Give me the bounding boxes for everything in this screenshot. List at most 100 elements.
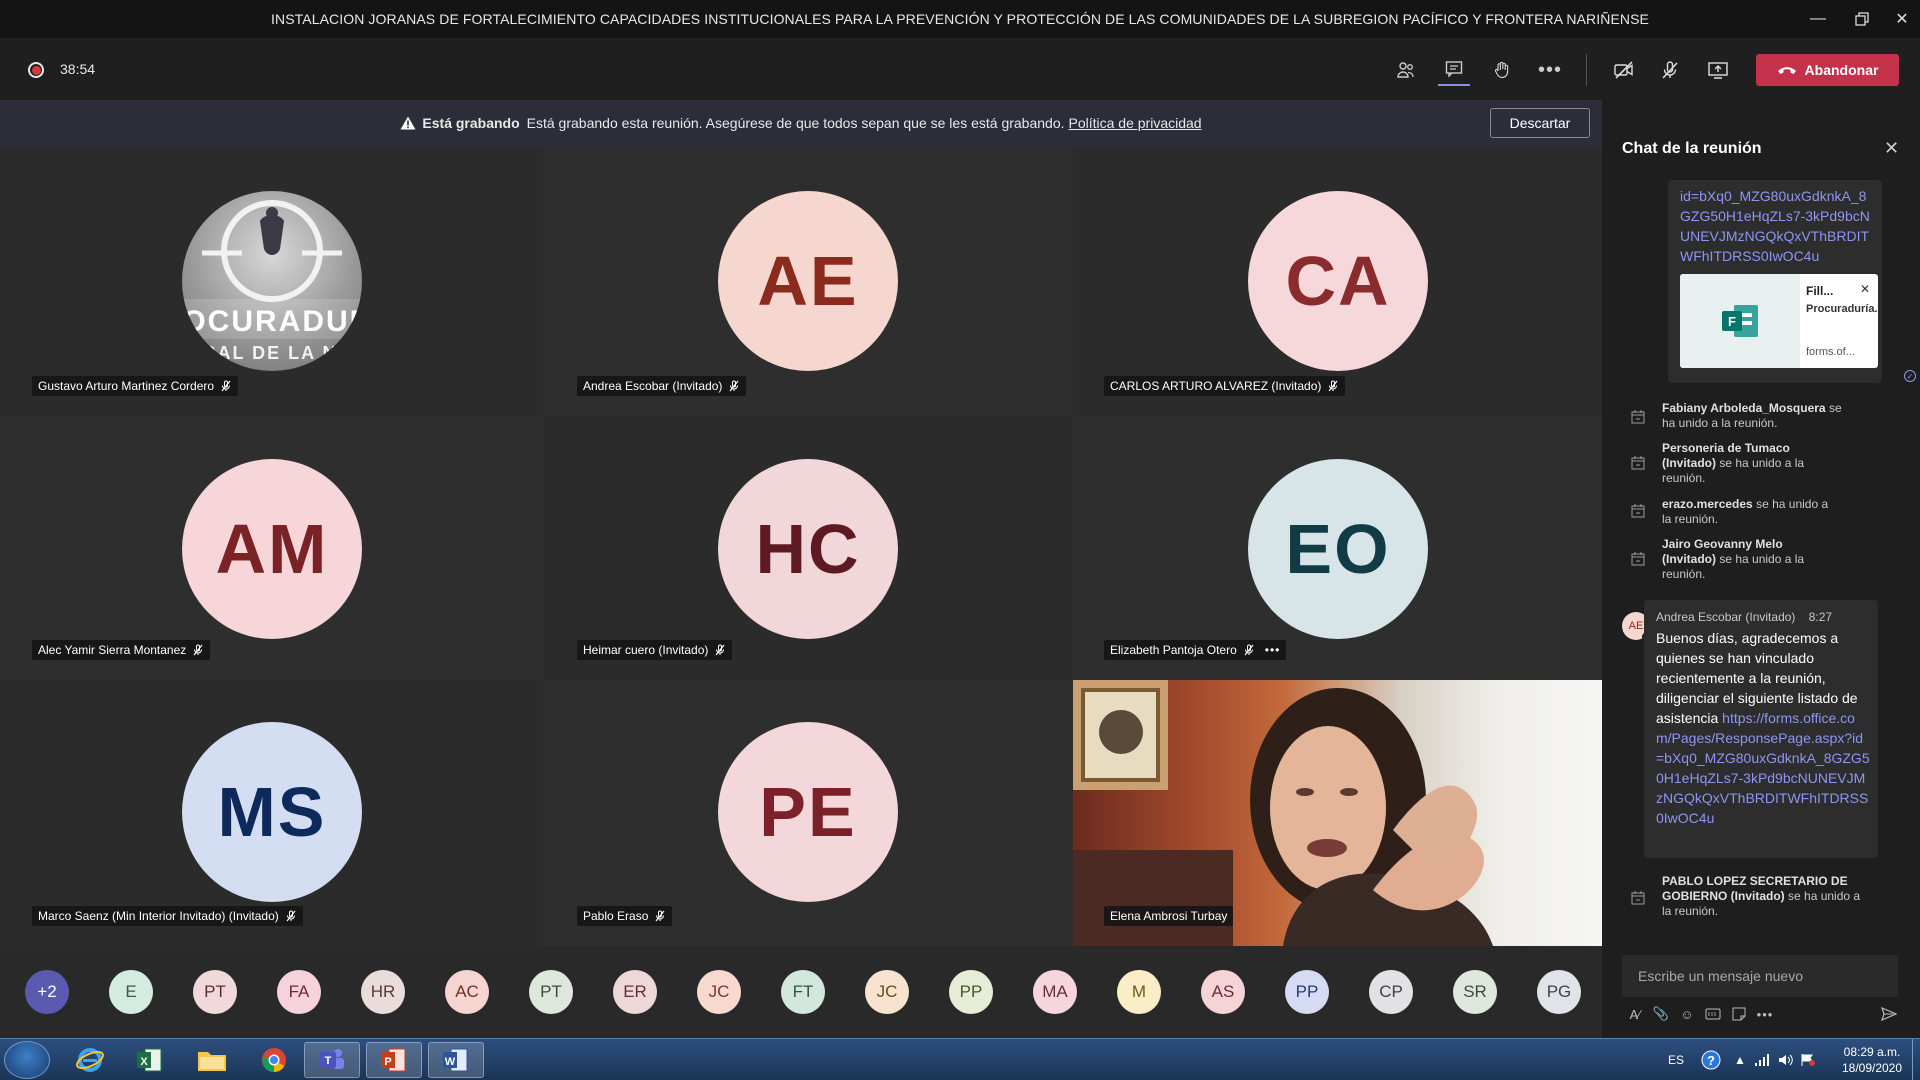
participant-name: Pablo Eraso: [583, 909, 649, 923]
participant-tile[interactable]: PROCURADURIA NERAL DE LA NACI Gustavo Ar…: [0, 146, 543, 416]
roster-avatar[interactable]: JC: [865, 970, 909, 1014]
participants-icon[interactable]: [1390, 54, 1422, 86]
volume-icon[interactable]: [1778, 1039, 1794, 1080]
attach-icon[interactable]: 📎: [1652, 1005, 1670, 1023]
nameplate: Elena Ambrosi Turbay: [1104, 906, 1234, 926]
roster-avatar[interactable]: E: [109, 970, 153, 1014]
participant-name: Alec Yamir Sierra Montanez: [38, 643, 187, 657]
roster-avatar[interactable]: PG: [1537, 970, 1581, 1014]
participant-name: Elizabeth Pantoja Otero: [1110, 643, 1237, 657]
roster-avatar[interactable]: MA: [1033, 970, 1077, 1014]
roster-avatar[interactable]: PT: [529, 970, 573, 1014]
mic-muted-icon: [193, 644, 203, 656]
warning-icon: [400, 116, 416, 130]
compose-message-input[interactable]: Escribe un mensaje nuevo: [1622, 955, 1898, 997]
leave-button[interactable]: Abandonar: [1756, 54, 1899, 86]
participant-avatar: CA: [1248, 191, 1428, 371]
share-screen-icon[interactable]: [1702, 54, 1734, 86]
join-icon: [1631, 552, 1645, 566]
chat-title: Chat de la reunión: [1622, 140, 1762, 157]
more-options-icon[interactable]: •••: [1534, 54, 1566, 86]
emoji-icon[interactable]: ☺: [1678, 1005, 1696, 1023]
clock-time: 08:29 a.m.: [1843, 1045, 1901, 1059]
nameplate: Gustavo Arturo Martinez Cordero: [32, 376, 239, 396]
internet-explorer-icon[interactable]: [62, 1042, 118, 1078]
network-icon[interactable]: [1754, 1039, 1770, 1080]
send-icon[interactable]: [1880, 1005, 1898, 1023]
close-window-icon[interactable]: ✕: [1884, 0, 1920, 38]
roster-avatar[interactable]: PP: [1285, 970, 1329, 1014]
clock[interactable]: 08:29 a.m. 18/09/2020: [1832, 1044, 1912, 1076]
nameplate: Alec Yamir Sierra Montanez: [32, 640, 211, 660]
dismiss-button[interactable]: Descartar: [1490, 108, 1590, 138]
video-tile[interactable]: Elena Ambrosi Turbay: [1073, 680, 1602, 946]
nameplate: CARLOS ARTURO ALVAREZ (Invitado): [1104, 376, 1346, 396]
start-button-icon[interactable]: [4, 1041, 50, 1079]
svg-text:T: T: [325, 1055, 332, 1067]
participant-name: Gustavo Arturo Martinez Cordero: [38, 379, 215, 393]
restore-icon[interactable]: [1840, 0, 1884, 38]
minimize-icon[interactable]: —: [1796, 0, 1840, 38]
roster-avatar[interactable]: AC: [445, 970, 489, 1014]
close-chat-icon[interactable]: ✕: [1884, 138, 1899, 159]
roster-avatar[interactable]: FA: [277, 970, 321, 1014]
card-domain: forms.of...: [1806, 346, 1855, 358]
participant-tile[interactable]: EO Elizabeth Pantoja Otero •••: [1073, 416, 1602, 680]
roster-avatar[interactable]: JC: [697, 970, 741, 1014]
participant-tile[interactable]: AE Andrea Escobar (Invitado): [543, 146, 1073, 416]
join-icon: [1631, 410, 1645, 424]
participant-tile[interactable]: MS Marco Saenz (Min Interior Invitado) (…: [0, 680, 543, 946]
roster-avatar[interactable]: HR: [361, 970, 405, 1014]
show-desktop-button[interactable]: [1912, 1039, 1920, 1080]
roster-avatar[interactable]: PP: [949, 970, 993, 1014]
raise-hand-icon[interactable]: [1486, 54, 1518, 86]
action-center-flag-icon[interactable]: [1800, 1039, 1816, 1080]
forms-link-card[interactable]: F Fill... ✕ Procuraduría... forms.of...: [1680, 274, 1878, 368]
roster-avatar[interactable]: ER: [613, 970, 657, 1014]
show-hidden-icons[interactable]: ▲: [1734, 1039, 1746, 1080]
powerpoint-icon[interactable]: P: [366, 1042, 422, 1078]
file-explorer-icon[interactable]: [184, 1042, 240, 1078]
title-bar: INSTALACION JORANAS DE FORTALECIMIENTO C…: [0, 0, 1920, 38]
message-body: Buenos días, agradecemos a quienes se ha…: [1656, 628, 1870, 828]
system-message: Fabiany Arboleda_Mosquera se ha unido a …: [1662, 401, 1852, 431]
card-close-icon[interactable]: ✕: [1860, 282, 1870, 296]
participant-tile[interactable]: PE Pablo Eraso: [543, 680, 1073, 946]
privacy-policy-link[interactable]: Política de privacidad: [1069, 115, 1202, 131]
mic-muted-icon: [655, 910, 665, 922]
participant-tile[interactable]: CA CARLOS ARTURO ALVAREZ (Invitado): [1073, 146, 1602, 416]
help-icon[interactable]: ?: [1700, 1039, 1722, 1080]
toolbar-divider: [1586, 54, 1587, 86]
gif-icon[interactable]: [1704, 1005, 1722, 1023]
roster-avatar[interactable]: +2: [25, 970, 69, 1014]
card-subtitle: Procuraduría...: [1806, 303, 1878, 315]
participant-name: Heimar cuero (Invitado): [583, 643, 709, 657]
language-indicator[interactable]: ES: [1668, 1039, 1684, 1080]
format-icon[interactable]: A∕: [1626, 1005, 1644, 1023]
mic-off-icon[interactable]: [1654, 54, 1686, 86]
participant-tile[interactable]: AM Alec Yamir Sierra Montanez: [0, 416, 543, 680]
chat-link[interactable]: id=bXq0_MZG80uxGdknkA_8GZG50H1eHqZLs7-3k…: [1680, 186, 1876, 266]
nameplate: Marco Saenz (Min Interior Invitado) (Inv…: [32, 906, 303, 926]
excel-icon[interactable]: X: [122, 1042, 178, 1078]
nameplate: Andrea Escobar (Invitado): [577, 376, 747, 396]
message-link[interactable]: https://forms.office.com/Pages/ResponseP…: [1656, 710, 1870, 826]
roster-avatar[interactable]: SR: [1453, 970, 1497, 1014]
sticker-icon[interactable]: [1730, 1005, 1748, 1023]
svg-text:X: X: [140, 1056, 148, 1068]
more-options-icon[interactable]: •••: [1265, 643, 1281, 657]
roster-avatar[interactable]: M: [1117, 970, 1161, 1014]
teams-icon[interactable]: T: [304, 1042, 360, 1078]
camera-off-icon[interactable]: [1608, 54, 1640, 86]
roster-avatar[interactable]: AS: [1201, 970, 1245, 1014]
coat-of-arms-icon: PROCURADURIA NERAL DE LA NACI: [182, 200, 362, 363]
roster-avatar[interactable]: CP: [1369, 970, 1413, 1014]
roster-avatar[interactable]: PT: [193, 970, 237, 1014]
word-icon[interactable]: W: [428, 1042, 484, 1078]
chat-icon[interactable]: [1438, 54, 1470, 86]
more-options-icon[interactable]: •••: [1756, 1005, 1774, 1023]
chrome-icon[interactable]: [246, 1042, 302, 1078]
roster-avatar[interactable]: FT: [781, 970, 825, 1014]
participant-tile[interactable]: HC Heimar cuero (Invitado): [543, 416, 1073, 680]
svg-text:F: F: [1728, 314, 1736, 329]
